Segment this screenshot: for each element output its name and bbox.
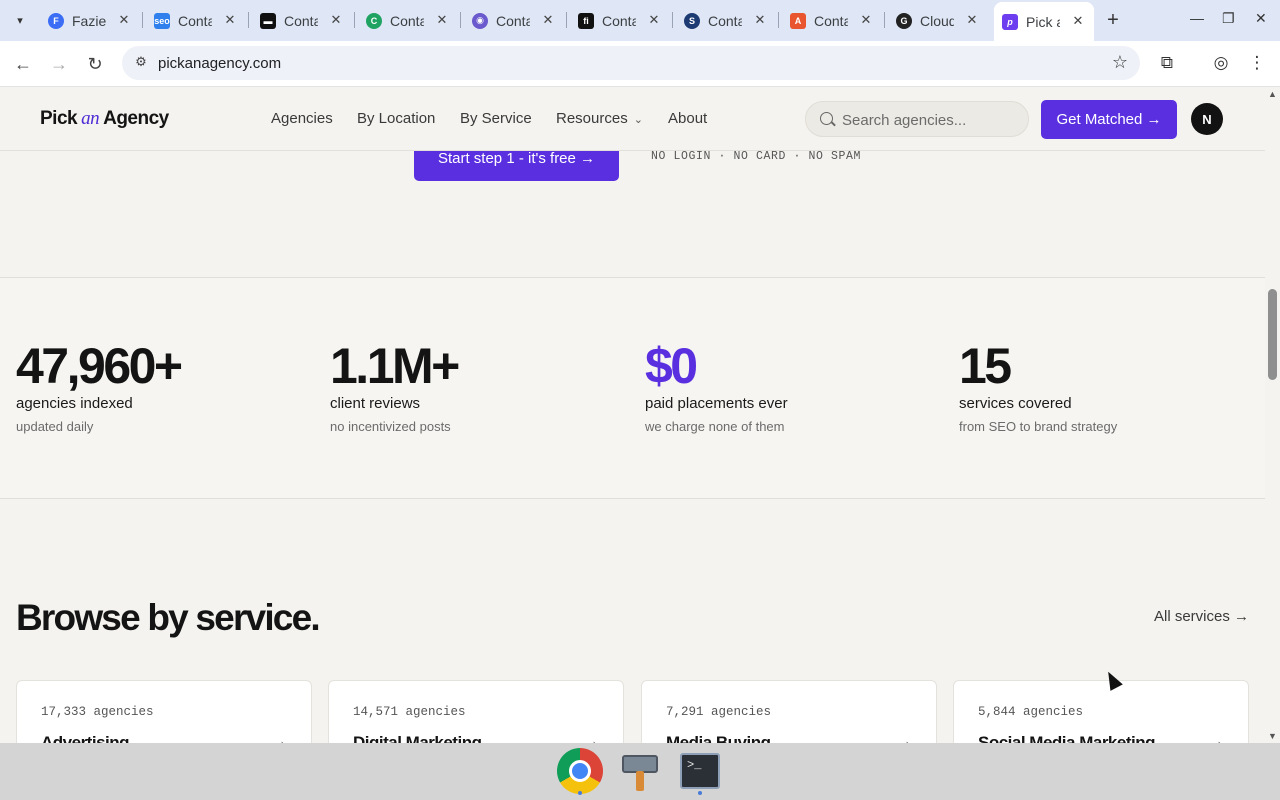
stat-paid-placements: $0 paid placements ever we charge none o… xyxy=(645,338,788,434)
nav-resources[interactable]: Resources ⌄ xyxy=(556,110,643,127)
agency-search-box[interactable] xyxy=(805,101,1029,137)
browse-section-title: Browse by service. xyxy=(16,597,321,638)
stats-band: 47,960+ agencies indexed updated daily 1… xyxy=(0,277,1265,499)
nav-about[interactable]: About xyxy=(668,110,707,127)
stat-sub: we charge none of them xyxy=(645,419,785,434)
close-tab-icon[interactable]: ✕ xyxy=(858,12,874,28)
seo-icon: seo xyxy=(154,12,170,29)
stat-sub: from SEO to brand strategy xyxy=(959,419,1118,434)
dark-logo-icon: ▬ xyxy=(260,12,276,29)
stat-label: client reviews xyxy=(330,395,421,412)
s-icon: S xyxy=(684,12,700,29)
reload-icon[interactable]: ↻ xyxy=(82,51,108,77)
extensions-icon[interactable]: ⧉ xyxy=(1156,53,1178,73)
scroll-up-icon[interactable]: ▲ xyxy=(1268,89,1277,99)
browser-tab[interactable]: ▬ Conta ✕ xyxy=(260,5,344,36)
all-services-link[interactable]: All services → xyxy=(1154,608,1249,625)
running-indicator xyxy=(578,791,582,795)
agency-count: 14,571 agencies xyxy=(353,705,466,719)
browser-tab[interactable]: F Fazier ✕ xyxy=(48,5,132,36)
bookmark-star-icon[interactable]: ☆ xyxy=(1112,52,1128,73)
browser-tab[interactable]: C Conta ✕ xyxy=(366,5,450,36)
cloud-icon: G xyxy=(896,12,912,29)
address-bar[interactable]: ⚙ pickanagency.com ☆ xyxy=(122,46,1140,80)
stat-sub: no incentivized posts xyxy=(330,419,451,434)
browser-tab-bar: ▾ F Fazier ✕ seo Conta ✕ ▬ Conta ✕ C Con… xyxy=(0,0,1280,41)
stat-label: agencies indexed xyxy=(16,395,133,412)
scrollbar-thumb[interactable] xyxy=(1268,289,1277,380)
close-tab-icon[interactable]: ✕ xyxy=(964,12,980,28)
nav-agencies[interactable]: Agencies xyxy=(271,110,333,127)
pick-icon: p xyxy=(1002,13,1018,30)
stat-label: paid placements ever xyxy=(645,395,788,412)
agency-count: 17,333 agencies xyxy=(41,705,154,719)
green-c-icon: C xyxy=(366,12,382,29)
close-tab-icon[interactable]: ✕ xyxy=(328,12,344,28)
back-icon[interactable]: ← xyxy=(10,51,36,77)
site-header: Pick an Agency Agencies By Location By Ser… xyxy=(0,87,1265,151)
search-icon xyxy=(820,112,833,125)
terminal-dock-icon[interactable]: >_ xyxy=(676,747,724,795)
stat-value: 15 xyxy=(959,338,1012,394)
minimize-icon[interactable]: — xyxy=(1190,10,1204,26)
browser-tab[interactable]: A Conta ✕ xyxy=(790,5,874,36)
url-text[interactable]: pickanagency.com xyxy=(158,55,281,72)
hammer-tool-icon xyxy=(620,751,660,791)
close-tab-icon[interactable]: ✕ xyxy=(222,12,238,28)
fi-icon: fi xyxy=(578,12,594,29)
podcast-icon: ◉ xyxy=(472,12,488,29)
browser-tab[interactable]: fi Conta ✕ xyxy=(578,5,662,36)
stat-reviews: 1.1M+ client reviews no incentivized pos… xyxy=(330,338,460,434)
nav-by-location[interactable]: By Location xyxy=(357,110,435,127)
browser-tab[interactable]: ◉ Conta ✕ xyxy=(472,5,556,36)
get-matched-button[interactable]: Get Matched → xyxy=(1041,100,1177,139)
close-tab-icon[interactable]: ✕ xyxy=(434,12,450,28)
site-logo[interactable]: Pick an Agency xyxy=(40,108,169,130)
user-avatar[interactable]: N xyxy=(1191,103,1223,135)
agency-search-input[interactable] xyxy=(842,110,1022,130)
browser-tab[interactable]: S Conta ✕ xyxy=(684,5,768,36)
restore-icon[interactable]: ❐ xyxy=(1222,10,1235,27)
running-indicator xyxy=(698,791,702,795)
new-tab-icon[interactable]: + xyxy=(1102,9,1124,31)
chevron-down-icon: ⌄ xyxy=(633,114,643,126)
close-window-icon[interactable]: ✕ xyxy=(1255,10,1267,27)
agency-count: 5,844 agencies xyxy=(978,705,1084,719)
stat-agencies: 47,960+ agencies indexed updated daily xyxy=(16,338,183,434)
agency-count: 7,291 agencies xyxy=(666,705,772,719)
tool-dock-icon[interactable] xyxy=(616,747,664,795)
hero-fineprint: NO LOGIN · NO CARD · NO SPAM xyxy=(651,150,862,163)
stat-label: services covered xyxy=(959,395,1072,412)
scroll-down-icon[interactable]: ▼ xyxy=(1268,731,1277,741)
forward-icon[interactable]: → xyxy=(46,51,72,77)
stat-value: 47,960+ xyxy=(16,338,183,394)
browser-tab-active[interactable]: p Pick a ✕ xyxy=(994,2,1094,41)
site-info-icon[interactable]: ⚙ xyxy=(132,54,150,72)
close-tab-icon[interactable]: ✕ xyxy=(752,12,768,28)
stat-value: $0 xyxy=(645,338,698,394)
page-scrollbar[interactable]: ▲ ▼ xyxy=(1265,87,1280,743)
os-taskbar: >_ xyxy=(0,743,1280,800)
close-tab-icon[interactable]: ✕ xyxy=(540,12,556,28)
chrome-icon xyxy=(557,748,603,794)
browser-tab[interactable]: G Cloud ✕ xyxy=(896,5,980,36)
close-tab-icon[interactable]: ✕ xyxy=(1070,13,1086,29)
stat-sub: updated daily xyxy=(16,419,94,434)
browser-toolbar: ← → ↻ ⚙ pickanagency.com ☆ ⧉ ◎ ⋮ xyxy=(0,41,1280,87)
close-tab-icon[interactable]: ✕ xyxy=(116,12,132,28)
menu-kebab-icon[interactable]: ⋮ xyxy=(1246,53,1268,73)
chrome-dock-icon[interactable] xyxy=(556,747,604,795)
tab-search-chevron-icon[interactable]: ▾ xyxy=(8,8,32,32)
colorful-a-icon: A xyxy=(790,12,806,29)
terminal-icon: >_ xyxy=(680,753,720,789)
browser-tab[interactable]: seo Conta ✕ xyxy=(154,5,238,36)
profile-icon[interactable]: ◎ xyxy=(1210,53,1232,73)
nav-by-service[interactable]: By Service xyxy=(460,110,532,127)
stat-services: 15 services covered from SEO to brand st… xyxy=(959,338,1117,434)
stat-value: 1.1M+ xyxy=(330,338,460,394)
fazier-icon: F xyxy=(48,12,64,29)
close-tab-icon[interactable]: ✕ xyxy=(646,12,662,28)
